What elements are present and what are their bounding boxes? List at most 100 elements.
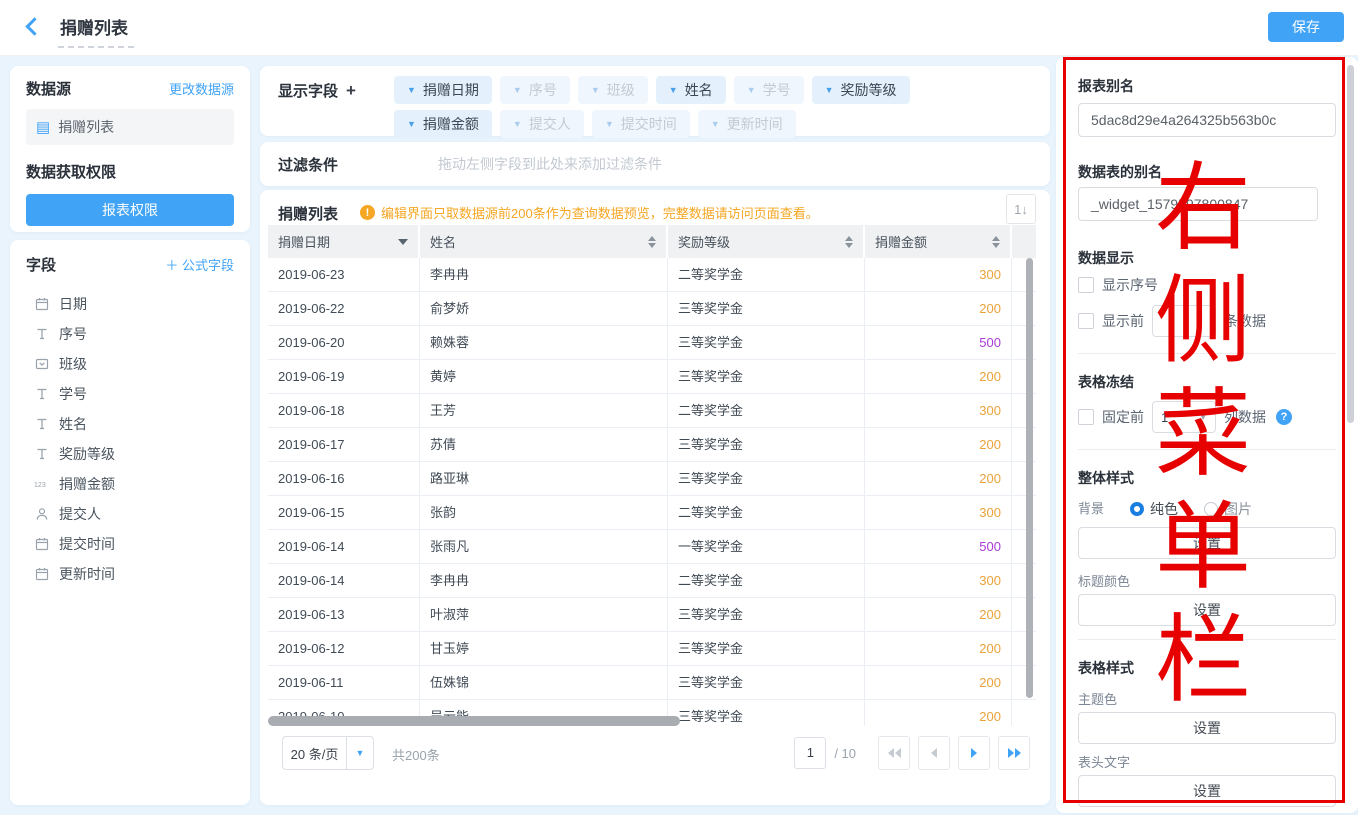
settings-panel: 报表别名 5dac8d29e4a264325b563b0c 数据表的别名 _wi… — [1056, 57, 1358, 813]
vertical-scrollbar[interactable] — [1026, 258, 1033, 698]
field-item[interactable]: 班级 — [26, 349, 234, 379]
cell-amount: 200 — [865, 666, 1012, 700]
field-item[interactable]: 序号 — [26, 319, 234, 349]
page-size-select[interactable]: 20 条/页 ▼ — [282, 736, 374, 770]
cell-grade: 二等奖学金 — [668, 394, 865, 428]
display-field-chip[interactable]: ▼ 学号 — [734, 76, 804, 104]
horizontal-scrollbar[interactable] — [268, 716, 1036, 726]
column-header-name[interactable]: 姓名 — [420, 225, 668, 258]
show-index-checkbox[interactable] — [1078, 277, 1094, 293]
cell-date: 2019-06-13 — [268, 598, 420, 632]
help-icon[interactable]: ? — [1276, 409, 1292, 425]
cell-grade: 一等奖学金 — [668, 530, 865, 564]
cell-date: 2019-06-19 — [268, 360, 420, 394]
display-field-chips: ▼ 捐赠日期 ▼ 序号 ▼ 班级 ▼ 姓名 ▼ 学号 — [394, 76, 1036, 138]
display-field-chip[interactable]: ▼ 班级 — [578, 76, 648, 104]
chevron-down-icon: ▼ — [1199, 413, 1207, 422]
prev-page-button[interactable] — [918, 736, 950, 770]
chevron-down-icon: ▼ — [591, 86, 600, 95]
table-row: 2019-06-11 伍姝锦 三等奖学金 200 — [268, 666, 1036, 700]
image-radio[interactable]: 图片 — [1204, 499, 1252, 519]
first-page-button[interactable] — [878, 736, 910, 770]
cell-name: 叶淑萍 — [420, 598, 668, 632]
add-display-field-icon[interactable]: + — [346, 81, 356, 101]
cell-name: 张雨凡 — [420, 530, 668, 564]
field-item[interactable]: 奖励等级 — [26, 439, 234, 469]
warning-icon: ! — [360, 205, 375, 220]
field-item[interactable]: 提交人 — [26, 499, 234, 529]
cell-date: 2019-06-23 — [268, 258, 420, 292]
solid-color-radio[interactable]: 纯色 — [1130, 499, 1178, 519]
theme-color-set-button[interactable]: 设置 — [1078, 712, 1336, 744]
cell-amount: 200 — [865, 360, 1012, 394]
cell-grade: 二等奖学金 — [668, 258, 865, 292]
column-header-date[interactable]: 捐赠日期 — [268, 225, 420, 258]
cell-date: 2019-06-18 — [268, 394, 420, 428]
filter-title: 过滤条件 — [278, 154, 338, 175]
sort-order-button[interactable]: 1↓ — [1006, 194, 1036, 224]
next-page-button[interactable] — [958, 736, 990, 770]
title-color-label: 标题颜色 — [1078, 574, 1336, 590]
field-item[interactable]: 姓名 — [26, 409, 234, 439]
radio-selected-icon — [1130, 502, 1144, 516]
display-field-chip[interactable]: ▼ 提交时间 — [592, 110, 690, 138]
cell-name: 黄婷 — [420, 360, 668, 394]
header-text-set-button[interactable]: 设置 — [1078, 775, 1336, 807]
field-item[interactable]: 学号 — [26, 379, 234, 409]
freeze-checkbox[interactable] — [1078, 409, 1094, 425]
preview-notice-text: 编辑界面只取数据源前200条作为查询数据预览，完整数据请访问页面查看。 — [381, 203, 819, 222]
display-fields-card: 显示字段 + ▼ 捐赠日期 ▼ 序号 ▼ 班级 ▼ 姓名 — [260, 66, 1050, 136]
cell-grade: 二等奖学金 — [668, 496, 865, 530]
field-item[interactable]: 123 捐赠金额 — [26, 469, 234, 499]
show-first-checkbox[interactable] — [1078, 313, 1094, 329]
filter-drop-placeholder[interactable]: 拖动左侧字段到此处来添加过滤条件 — [438, 154, 662, 174]
data-display-title: 数据显示 — [1078, 249, 1336, 267]
display-fields-title: 显示字段 — [278, 80, 338, 101]
last-page-button[interactable] — [998, 736, 1030, 770]
cell-amount: 200 — [865, 462, 1012, 496]
formula-field-link[interactable]: ＋ 公式字段 — [165, 255, 234, 274]
background-set-button[interactable]: 设置 — [1078, 527, 1336, 559]
datasource-item[interactable]: ▤ 捐赠列表 — [26, 109, 234, 145]
table-title: 捐赠列表 — [278, 203, 338, 224]
cell-name: 赖姝蓉 — [420, 326, 668, 360]
column-header-grade[interactable]: 奖励等级 — [668, 225, 865, 258]
report-alias-input[interactable]: 5dac8d29e4a264325b563b0c — [1078, 103, 1336, 137]
cell-name: 李冉冉 — [420, 258, 668, 292]
text-icon — [34, 446, 50, 462]
column-header-amount[interactable]: 捐赠金额 — [865, 225, 1012, 258]
display-field-chip[interactable]: ▼ 提交人 — [500, 110, 584, 138]
cell-date: 2019-06-20 — [268, 326, 420, 360]
field-item[interactable]: 提交时间 — [26, 529, 234, 559]
theme-color-label: 主题色 — [1078, 692, 1336, 708]
page-number-input[interactable]: 1 — [794, 737, 826, 769]
panel-scrollbar[interactable] — [1347, 65, 1354, 423]
datasource-item-label: 捐赠列表 — [58, 117, 114, 137]
display-field-chip[interactable]: ▼ 捐赠金额 — [394, 110, 492, 138]
table-alias-input[interactable]: _widget_1579597800847 — [1078, 187, 1318, 221]
display-field-chip[interactable]: ▼ 姓名 — [656, 76, 726, 104]
display-field-chip[interactable]: ▼ 奖励等级 — [812, 76, 910, 104]
cell-date: 2019-06-14 — [268, 530, 420, 564]
display-field-chip[interactable]: ▼ 更新时间 — [698, 110, 796, 138]
change-datasource-link[interactable]: 更改数据源 — [169, 79, 234, 98]
save-button[interactable]: 保存 — [1268, 12, 1344, 42]
divider — [1078, 449, 1336, 450]
freeze-count-select[interactable]: 1▼ — [1152, 401, 1216, 433]
cell-amount: 300 — [865, 496, 1012, 530]
cell-grade: 三等奖学金 — [668, 428, 865, 462]
chevron-down-icon: ▼ — [825, 86, 834, 95]
back-icon[interactable] — [28, 20, 41, 33]
cell-grade: 三等奖学金 — [668, 598, 865, 632]
display-field-chip[interactable]: ▼ 捐赠日期 — [394, 76, 492, 104]
field-item[interactable]: 日期 — [26, 289, 234, 319]
title-color-set-button[interactable]: 设置 — [1078, 594, 1336, 626]
field-item[interactable]: 更新时间 — [26, 559, 234, 589]
report-permission-button[interactable]: 报表权限 — [26, 194, 234, 226]
show-index-row: 显示序号 — [1078, 275, 1336, 295]
show-first-count-input[interactable] — [1152, 305, 1216, 337]
cell-date: 2019-06-15 — [268, 496, 420, 530]
permission-title: 数据获取权限 — [26, 161, 234, 182]
display-field-chip[interactable]: ▼ 序号 — [500, 76, 570, 104]
table-alias-label: 数据表的别名 — [1078, 163, 1336, 181]
